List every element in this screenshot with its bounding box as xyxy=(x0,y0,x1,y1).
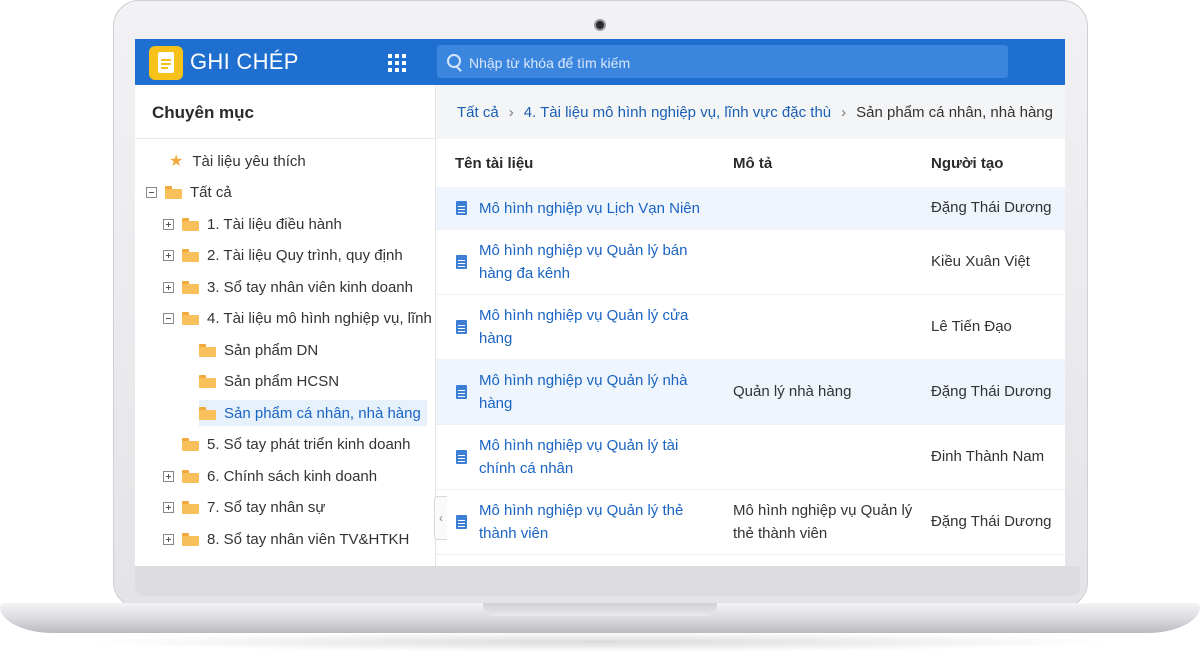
tree-item[interactable]: 4. Tài liệu mô hình nghiệp vụ, lĩnh xyxy=(163,306,432,332)
tree-item-all[interactable]: Tất cả xyxy=(146,180,232,206)
document-description: Mô hình nghiệp vụ Quản lý thẻ thành viên xyxy=(733,501,913,542)
document-description: Quản lý nhà hàng xyxy=(733,383,852,400)
chevron-right-icon: › xyxy=(841,103,847,121)
document-creator: Đặng Thái Dương xyxy=(931,199,1052,216)
collapse-icon[interactable] xyxy=(146,187,157,198)
tree-item-label: 4. Tài liệu mô hình nghiệp vụ, lĩnh xyxy=(207,310,432,327)
tree-item[interactable]: Sản phẩm cá nhân, nhà hàng xyxy=(199,400,427,426)
folder-icon xyxy=(199,406,216,420)
tree-item-label: 2. Tài liệu Quy trình, quy định xyxy=(207,247,403,264)
document-creator: Lê Tiến Đạo xyxy=(931,317,1012,335)
app-title: GHI CHÉP xyxy=(190,49,299,74)
folder-icon xyxy=(182,312,199,325)
table-row[interactable]: Mô hình nghiệp vụ Quản lý tài chính cá n… xyxy=(436,424,1065,490)
table-row[interactable]: Mô hình nghiệp vụ Lịch Vạn Niên Đặng Thái… xyxy=(436,187,1065,230)
breadcrumb-item[interactable]: 4. Tài liệu mô hình nghiệp vụ, lĩnh vực … xyxy=(524,104,831,121)
folder-icon xyxy=(182,249,199,262)
tree-item[interactable]: 8. Sổ tay nhân viên TV&HTKH xyxy=(163,526,409,552)
breadcrumb: Tất cả › 4. Tài liệu mô hình nghiệp vụ, lĩ… xyxy=(436,85,1065,139)
tree-item-label: Sản phẩm HCSN xyxy=(224,373,340,390)
tree-item-label: Sản phẩm cá nhân, nhà hàng xyxy=(224,404,421,422)
table-header: Tên tài liệu Mô tả Người tạo xyxy=(436,139,1065,188)
folder-icon xyxy=(182,532,199,546)
tree-item-label: 1. Tài liệu điều hành xyxy=(207,215,342,233)
tree-item-favorites[interactable]: ★ Tài liệu yêu thích xyxy=(169,148,306,174)
tree-item[interactable]: 3. Sổ tay nhân viên kinh doanh xyxy=(163,274,413,300)
document-icon xyxy=(456,201,467,215)
collapse-icon[interactable] xyxy=(163,313,174,324)
document-creator: Đặng Thái Dương xyxy=(931,512,1052,530)
laptop-shadow xyxy=(80,632,1120,652)
search-box xyxy=(437,45,1008,80)
document-icon xyxy=(456,514,467,529)
tree-item[interactable]: Sản phẩm DN xyxy=(199,337,318,363)
document-creator: Kiều Xuân Việt xyxy=(931,252,1030,270)
expand-icon[interactable] xyxy=(163,502,174,513)
folder-icon xyxy=(199,375,216,388)
folder-icon xyxy=(182,438,199,451)
document-creator: Đặng Thái Dương xyxy=(931,382,1052,400)
chevron-right-icon: › xyxy=(508,103,514,121)
laptop-notch xyxy=(483,603,717,616)
tree-item[interactable]: 1. Tài liệu điều hành xyxy=(163,211,342,237)
sidebar: Chuyên mục ★ Tài liệu yêu thích Tất cả 1. T… xyxy=(135,85,436,566)
document-icon xyxy=(456,384,467,399)
tree-item-label: 5. Sổ tay phát triển kinh doanh xyxy=(207,436,411,453)
sidebar-title: Chuyên mục xyxy=(152,103,255,122)
document-title-link[interactable]: Mô hình nghiệp vụ Lịch Vạn Niên xyxy=(479,197,739,220)
tree-item[interactable]: 2. Tài liệu Quy trình, quy định xyxy=(163,243,403,269)
table-row[interactable]: Mô hình nghiệp vụ Quản lý bán hàng đa kê… xyxy=(436,229,1065,295)
expand-icon[interactable] xyxy=(163,218,174,230)
tree-item-label: 3. Sổ tay nhân viên kinh doanh xyxy=(207,278,413,296)
laptop-chin xyxy=(135,566,1080,596)
app-logo-icon[interactable] xyxy=(149,46,183,80)
expand-icon[interactable] xyxy=(163,470,174,482)
folder-icon xyxy=(165,186,182,199)
document-icon xyxy=(456,254,467,269)
app-screen: GHI CHÉP Chuyên mục ★ Tài liệu yêu thích T… xyxy=(135,39,1065,566)
expand-icon[interactable] xyxy=(163,533,174,545)
breadcrumb-item: Sản phẩm cá nhân, nhà hàng xyxy=(856,103,1053,121)
column-header-creator[interactable]: Người tạo xyxy=(931,155,1003,172)
folder-icon xyxy=(182,469,199,483)
folder-icon xyxy=(199,343,216,357)
tree-item[interactable]: Sản phẩm HCSN xyxy=(199,369,339,395)
search-input[interactable] xyxy=(467,45,1001,80)
tree-item[interactable]: 7. Sổ tay nhân sự xyxy=(163,495,325,521)
expand-icon[interactable] xyxy=(163,250,174,261)
document-icon xyxy=(456,449,467,464)
document-creator: Đinh Thành Nam xyxy=(931,447,1045,465)
camera-icon xyxy=(594,19,606,31)
expand-icon[interactable] xyxy=(163,281,174,293)
folder-icon xyxy=(182,217,199,231)
tree-item-label: Sản phẩm DN xyxy=(224,341,319,359)
divider xyxy=(135,138,435,139)
document-icon xyxy=(456,319,467,334)
tree-item-label: 7. Sổ tay nhân sự xyxy=(207,499,326,516)
tree-item-label: Tài liệu yêu thích xyxy=(192,152,306,170)
table-row[interactable]: Mô hình nghiệp vụ Quản lý nhà hàng Quản l… xyxy=(436,359,1065,425)
main-content: Tất cả › 4. Tài liệu mô hình nghiệp vụ, lĩ… xyxy=(436,85,1065,566)
folder-icon xyxy=(182,280,199,294)
tree-item-label: 6. Chính sách kinh doanh xyxy=(207,467,378,485)
folder-icon xyxy=(182,501,199,514)
column-header-description[interactable]: Mô tả xyxy=(733,155,772,172)
document-title-link[interactable]: Mô hình nghiệp vụ Quản lý thẻ thành viên xyxy=(479,499,719,545)
top-bar: GHI CHÉP xyxy=(135,39,1065,85)
table-row[interactable]: Mô hình nghiệp vụ Quản lý cửa hàng Lê Tiế… xyxy=(436,294,1065,360)
document-title-link[interactable]: Mô hình nghiệp vụ Quản lý bán hàng đa kê… xyxy=(479,239,719,285)
tree-item[interactable]: 5. Sổ tay phát triển kinh doanh xyxy=(182,432,410,458)
star-icon: ★ xyxy=(169,153,184,170)
document-title-link[interactable]: Mô hình nghiệp vụ Quản lý cửa hàng xyxy=(479,304,719,350)
table-row[interactable]: Mô hình nghiệp vụ Quản lý thẻ thành viên… xyxy=(436,489,1065,555)
breadcrumb-item[interactable]: Tất cả xyxy=(457,104,499,121)
tree-item-label: Tất cả xyxy=(190,184,232,201)
column-header-name[interactable]: Tên tài liệu xyxy=(455,155,533,172)
tree-item[interactable]: 6. Chính sách kinh doanh xyxy=(163,463,377,489)
document-title-link[interactable]: Mô hình nghiệp vụ Quản lý tài chính cá n… xyxy=(479,434,719,480)
document-title-link[interactable]: Mô hình nghiệp vụ Quản lý nhà hàng xyxy=(479,369,719,415)
app-grid-icon[interactable] xyxy=(388,54,406,72)
search-icon xyxy=(447,54,461,68)
tree-item-label: 8. Sổ tay nhân viên TV&HTKH xyxy=(207,530,410,548)
